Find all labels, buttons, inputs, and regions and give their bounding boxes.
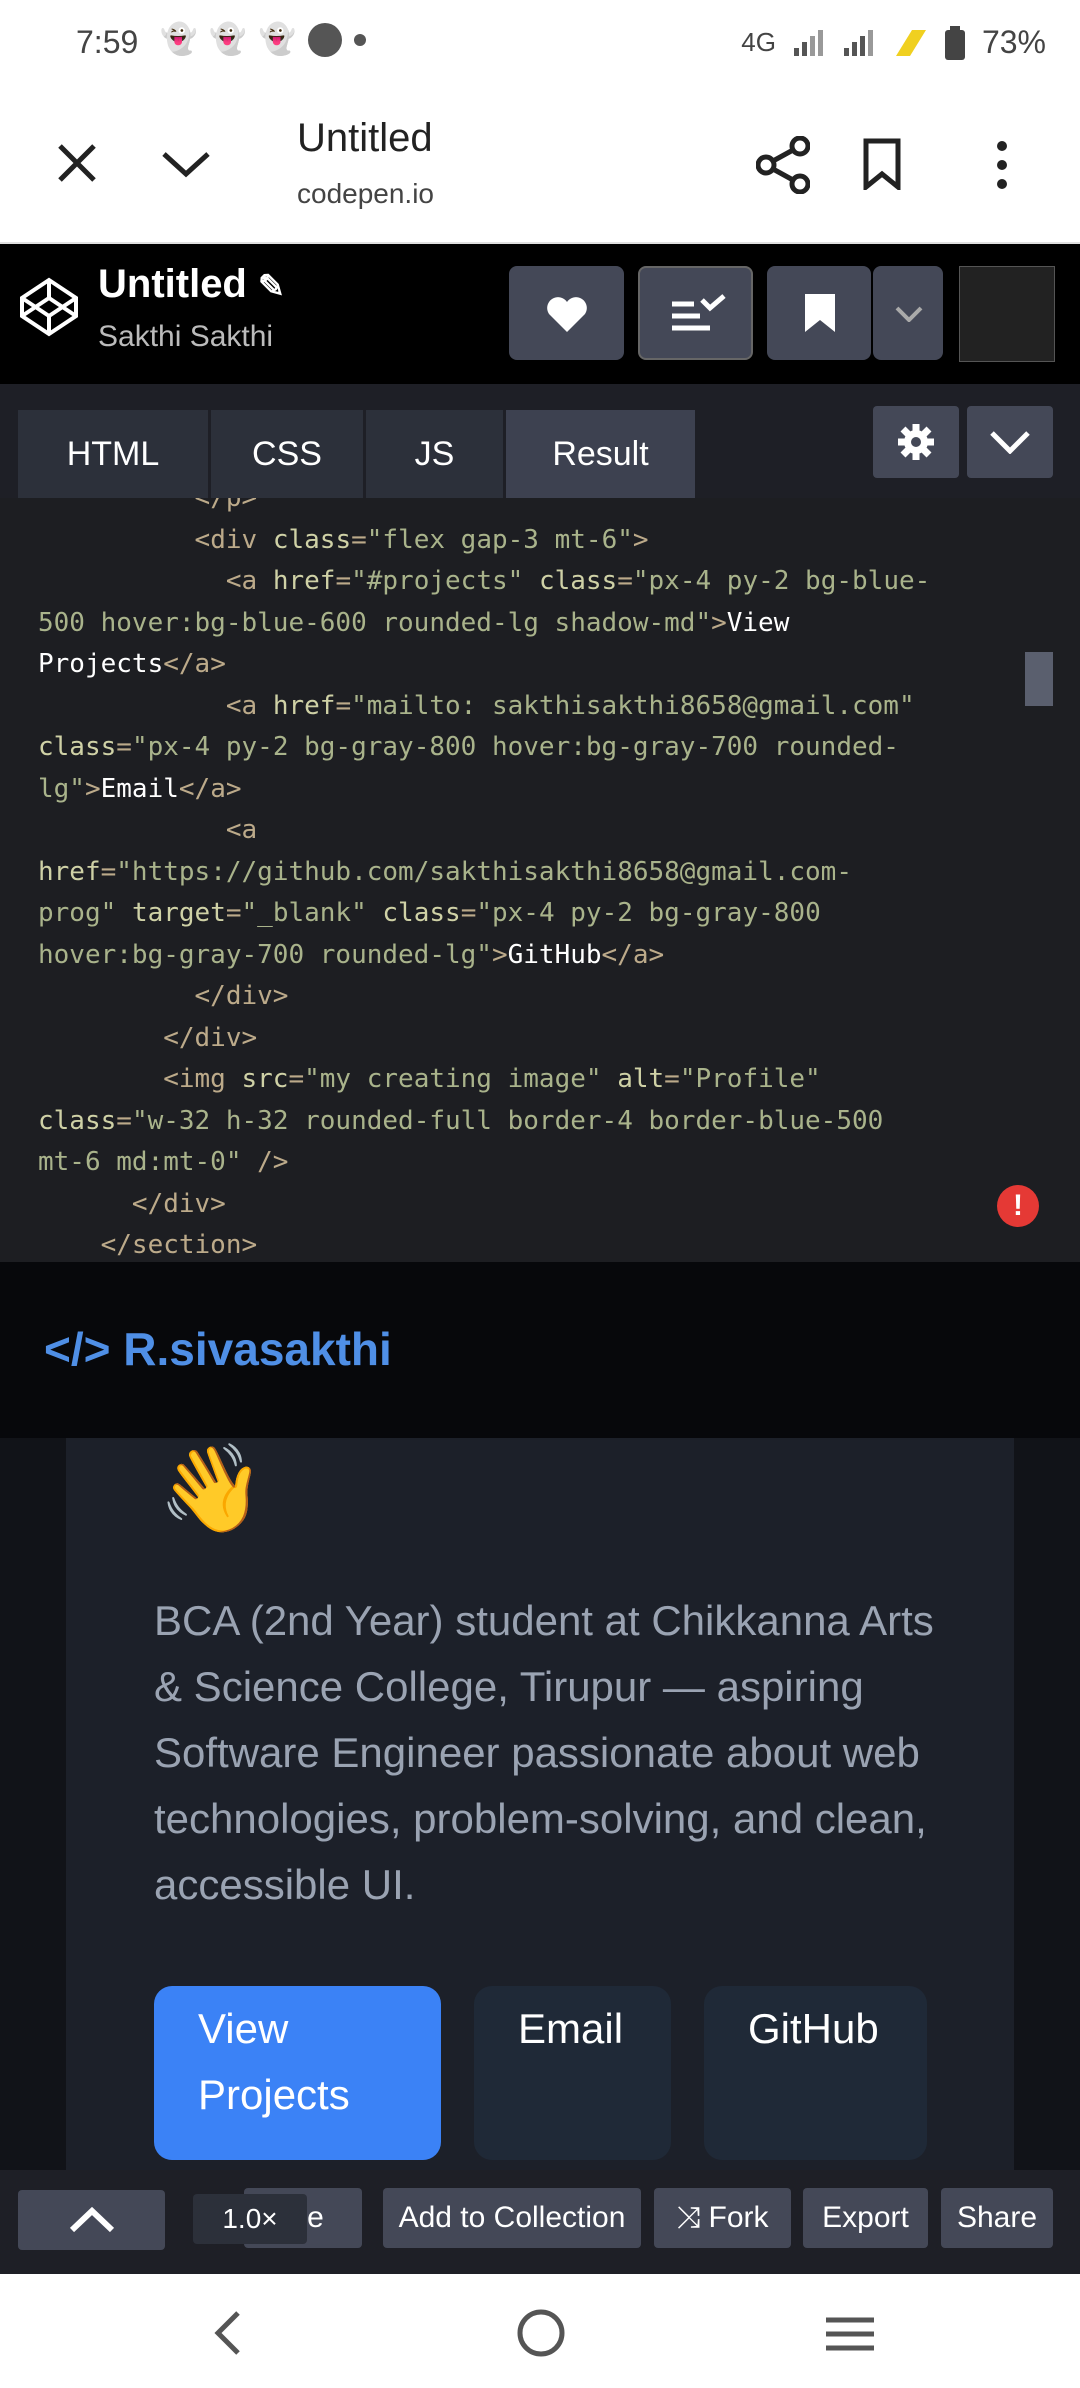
pencil-icon[interactable]: ✎: [258, 268, 285, 304]
home-icon[interactable]: [516, 2308, 566, 2358]
layout-icon: [672, 294, 726, 331]
status-time: 7:59: [76, 24, 139, 60]
pen-title[interactable]: Untitled ✎: [98, 262, 285, 307]
code-token: "#projects": [351, 566, 524, 596]
code-token: "https://github.com/sakthisakthi8658@gma…: [116, 856, 852, 887]
notification-icons: 👻 👻 👻: [160, 22, 367, 57]
code-token: "mailto: sakthisakthi8658@gmail.com": [351, 690, 915, 721]
export-button[interactable]: Export: [803, 2188, 928, 2248]
codepen-header: Untitled ✎ Sakthi Sakthi: [0, 244, 1080, 384]
chevron-down-icon: [990, 431, 1030, 454]
snapchat-icon: 👻: [209, 23, 247, 56]
code-token: "w-32 h-32 rounded-full border-4 border-…: [131, 1105, 884, 1136]
expand-console-button[interactable]: [18, 2190, 165, 2250]
close-icon[interactable]: [56, 142, 98, 184]
more-vert-icon[interactable]: [994, 140, 1010, 190]
fork-button[interactable]: ⤨ Fork: [654, 2188, 791, 2248]
code-token: "px-4 py-2 bg-gray-800: [476, 898, 821, 928]
page-url: codepen.io: [297, 178, 435, 209]
code-token: lg": [38, 773, 85, 804]
code-token: "Profile": [679, 1064, 821, 1094]
code-token: prog": [38, 898, 117, 928]
hero-bio: BCA (2nd Year) student at Chikkanna Arts…: [154, 1597, 934, 1908]
waving-hand-emoji: 👋: [158, 1441, 266, 1537]
pen-title-text: Untitled: [98, 262, 247, 306]
fork-icon: ⤨: [676, 2201, 701, 2234]
charging-icon: [895, 29, 926, 56]
settings-button[interactable]: [873, 406, 959, 478]
code-token: View: [726, 607, 790, 638]
battery-icon: [944, 25, 965, 60]
bottom-toolbar: ete 1.0× Add to Collection ⤨Fork Export …: [0, 2170, 1080, 2274]
codepen-logo-icon[interactable]: [18, 276, 80, 338]
code-token: "my creating image": [304, 1064, 602, 1094]
system-nav-bar: [0, 2274, 1080, 2388]
battery-percent: 73%: [981, 24, 1046, 60]
fork-label: Fork: [708, 2201, 769, 2234]
snapchat-icon: 👻: [160, 23, 198, 56]
heart-icon: [547, 297, 587, 332]
bookmark-dropdown-button[interactable]: [873, 266, 943, 360]
page-title: Untitled: [297, 116, 433, 160]
tab-result[interactable]: Result: [506, 410, 695, 498]
view-projects-button[interactable]: View Projects: [154, 1986, 441, 2160]
bookmark-icon[interactable]: [862, 138, 902, 190]
editor-tabs: HTML CSS JS Result: [0, 384, 1080, 498]
code-token: class: [272, 524, 352, 555]
code-token: </p>: [194, 498, 258, 513]
code-token: GitHub: [507, 939, 602, 970]
tab-html[interactable]: HTML: [18, 410, 208, 498]
code-token: 500 hover:bg-blue-600 rounded-lg shadow-…: [38, 607, 712, 638]
code-token: "_blank": [241, 898, 367, 928]
share-button[interactable]: Share: [941, 2188, 1053, 2248]
recents-icon[interactable]: [824, 2316, 876, 2352]
pen-author[interactable]: Sakthi Sakthi: [98, 320, 273, 354]
collapse-editor-button[interactable]: [967, 406, 1053, 478]
preview-thumbnail[interactable]: [959, 266, 1055, 362]
result-preview: </> R.sivasakthi 👋 BCA (2nd Year) studen…: [0, 1262, 1080, 2170]
speedometer-icon: [308, 22, 343, 57]
code-editor[interactable]: </p> <div class="flex gap-3 mt-6"> <a hr…: [0, 498, 1080, 1262]
code-token: mt-6 md:mt-0": [38, 1147, 242, 1177]
back-icon[interactable]: [212, 2310, 242, 2356]
chevron-down-icon: [895, 306, 923, 322]
code-token: "flex gap-3 mt-6": [366, 524, 633, 555]
brand-logo[interactable]: </> R.sivasakthi: [44, 1322, 392, 1376]
code-token: Projects: [38, 649, 164, 679]
signal-icon: [793, 29, 823, 56]
preview-navbar: </> R.sivasakthi: [0, 1262, 1080, 1438]
status-right: 4G 73%: [741, 24, 1046, 61]
code-token: "px-4 py-2 bg-gray-800 hover:bg-gray-700…: [131, 732, 899, 762]
tab-css[interactable]: CSS: [211, 410, 363, 498]
email-button[interactable]: Email: [474, 1986, 671, 2160]
bookmark-icon: [805, 294, 835, 332]
browser-toolbar: Untitled codepen.io: [0, 90, 1080, 244]
status-bar: 7:59 👻 👻 👻 4G 73%: [0, 0, 1080, 90]
snapchat-icon: 👻: [258, 23, 297, 56]
gear-icon: [898, 424, 934, 460]
share-icon[interactable]: [756, 136, 810, 194]
bookmark-pen-button[interactable]: [767, 266, 871, 360]
chevron-down-icon[interactable]: [160, 148, 212, 180]
error-indicator-icon[interactable]: !: [997, 1185, 1039, 1227]
zoom-indicator[interactable]: 1.0×: [193, 2194, 307, 2244]
view-options-button[interactable]: [638, 266, 753, 360]
more-notifications-dot: [354, 33, 367, 46]
like-button[interactable]: [509, 266, 624, 360]
code-scrollbar-thumb[interactable]: [1025, 652, 1053, 706]
github-button[interactable]: GitHub: [704, 1986, 927, 2160]
code-token: "px-4 py-2 bg-blue-: [632, 566, 931, 596]
signal-icon: [843, 29, 873, 56]
code-token: hover:bg-gray-700 rounded-lg": [38, 939, 492, 970]
add-to-collection-button[interactable]: Add to Collection: [383, 2188, 641, 2248]
code-token: <div: [194, 524, 258, 555]
code-token: Email: [100, 773, 179, 804]
chevron-up-icon: [69, 2207, 114, 2233]
network-type: 4G: [741, 27, 776, 57]
tab-js[interactable]: JS: [366, 410, 503, 498]
